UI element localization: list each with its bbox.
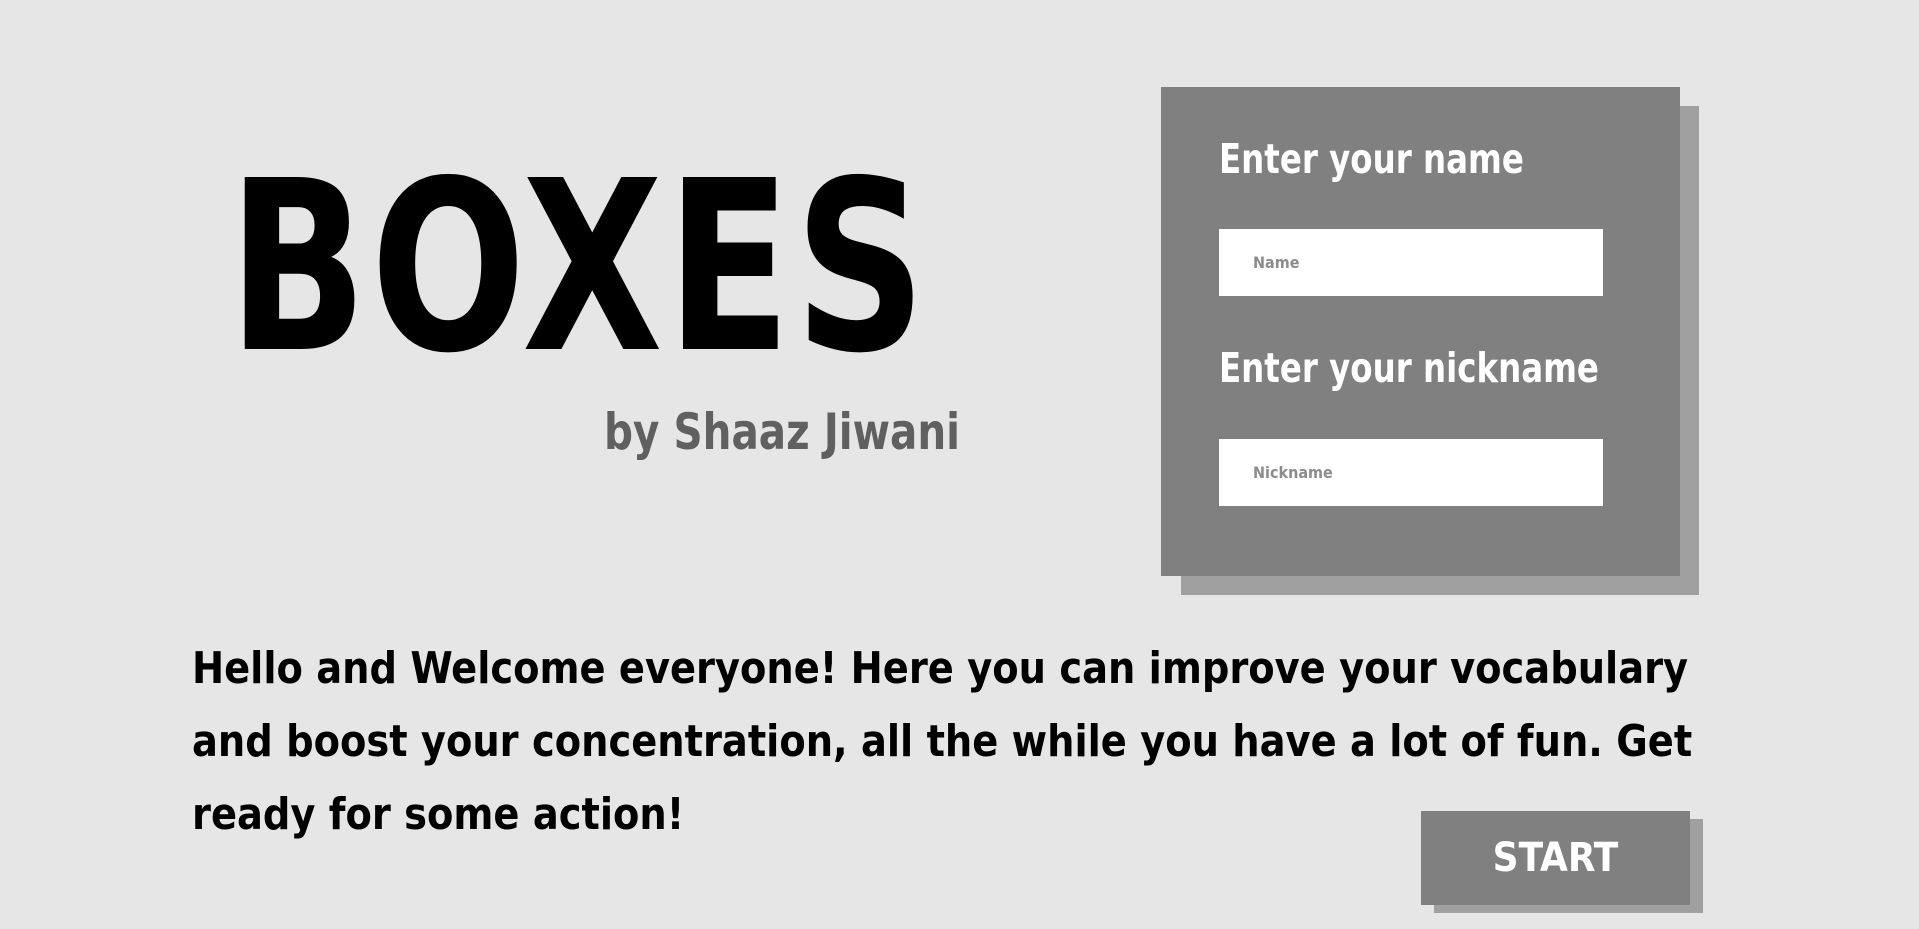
game-title: BOXES	[228, 130, 930, 405]
nickname-heading: Enter your nickname	[1219, 344, 1599, 392]
start-button[interactable]: START	[1421, 811, 1690, 905]
nickname-input[interactable]	[1219, 439, 1603, 506]
player-form-card: Enter your name Enter your nickname	[1161, 87, 1680, 576]
author-byline: by Shaaz Jiwani	[604, 403, 961, 461]
name-input[interactable]	[1219, 229, 1603, 296]
name-heading: Enter your name	[1219, 135, 1524, 183]
